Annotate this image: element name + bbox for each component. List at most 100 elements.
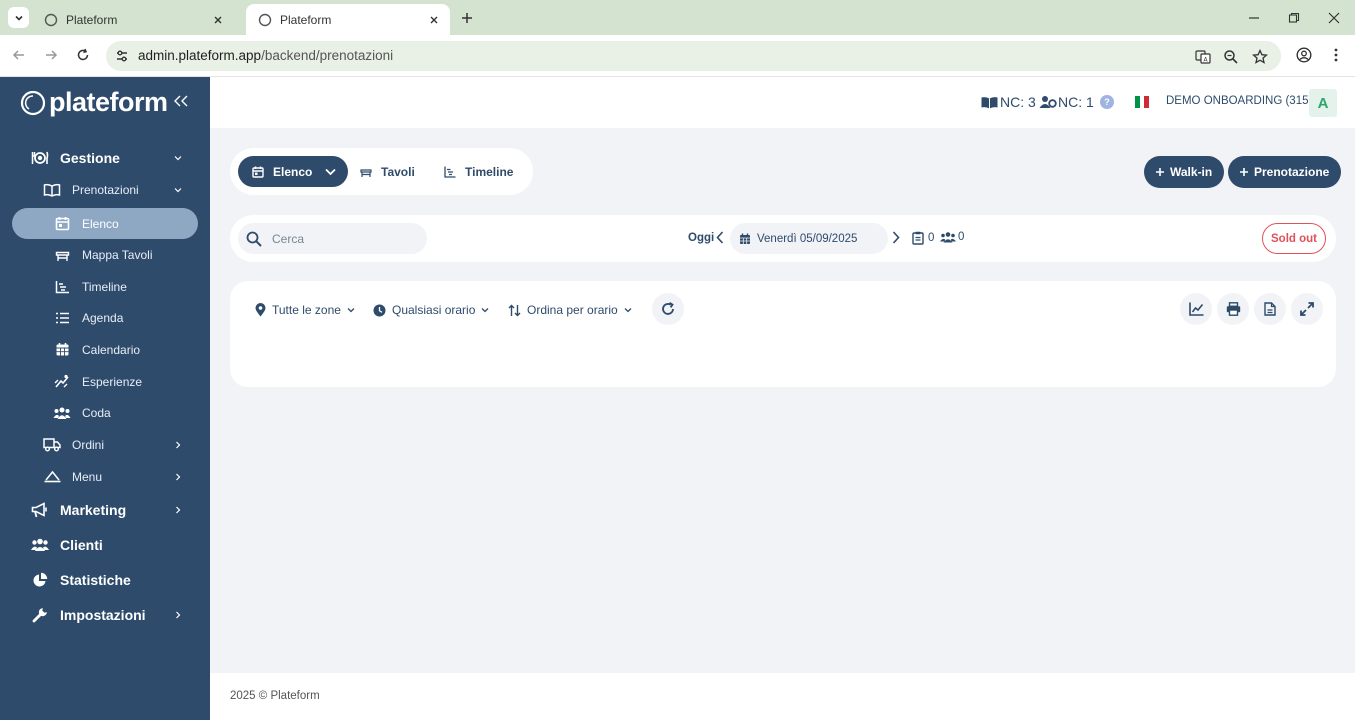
users-icon <box>30 536 50 554</box>
logo-mark-icon <box>20 90 46 115</box>
sidebar-item-agenda[interactable]: Agenda <box>12 302 198 333</box>
account-name[interactable]: DEMO ONBOARDING (3150) <box>1166 95 1319 107</box>
chevron-left-icon <box>716 231 724 244</box>
print-button[interactable] <box>1217 293 1249 325</box>
pie-chart-icon <box>30 571 50 589</box>
sidebar-item-label: Elenco <box>82 216 119 231</box>
tab-search-button[interactable] <box>8 7 29 28</box>
tab-tavoli[interactable]: Tavoli <box>360 156 415 187</box>
sort-filter-label: Ordina per orario <box>527 303 618 317</box>
logo[interactable]: plateform <box>20 87 168 118</box>
sidebar-item-impostazioni[interactable]: Impostazioni <box>12 599 198 630</box>
book-open-icon <box>981 96 998 108</box>
collapse-sidebar-icon[interactable] <box>173 94 189 108</box>
bookmark-star-icon[interactable] <box>1251 48 1269 66</box>
refresh-button[interactable] <box>652 293 684 325</box>
sidebar-item-label: Marketing <box>60 501 127 518</box>
table-icon <box>52 246 72 264</box>
site-settings-icon[interactable] <box>114 48 130 64</box>
book-icon <box>42 181 62 199</box>
next-day-button[interactable] <box>892 231 900 244</box>
sidebar-item-coda[interactable]: Coda <box>12 397 198 428</box>
sidebar-item-gestione[interactable]: Gestione <box>12 142 198 173</box>
address-bar[interactable]: admin.plateform.app/backend/prenotazioni… <box>106 41 1281 71</box>
refresh-icon <box>662 302 674 315</box>
statistics-button[interactable] <box>1180 293 1212 325</box>
calendar-icon <box>252 166 264 178</box>
chevron-right-icon <box>172 611 184 619</box>
kebab-menu-icon <box>1334 48 1338 62</box>
profile-button[interactable] <box>1294 45 1314 65</box>
avatar[interactable]: A <box>1309 89 1337 117</box>
sort-icon <box>508 304 521 316</box>
time-filter[interactable]: Qualsiasi orario <box>373 301 489 319</box>
today-link[interactable]: Oggi <box>688 232 714 244</box>
zone-filter[interactable]: Tutte le zone <box>255 301 355 319</box>
chevron-right-icon <box>892 231 900 244</box>
close-icon[interactable] <box>426 12 442 28</box>
profile-icon <box>1296 47 1312 63</box>
new-tab-button[interactable] <box>458 9 476 27</box>
reload-button[interactable] <box>73 45 93 65</box>
minimize-icon <box>1249 17 1259 19</box>
footer: 2025 © Plateform <box>210 673 1355 720</box>
browser-tab-active[interactable]: Plateform <box>246 4 450 35</box>
filter-panel: Tutte le zone Qualsiasi orario Ordina pe… <box>230 281 1336 387</box>
sidebar-item-prenotazioni[interactable]: Prenotazioni <box>12 174 198 205</box>
timeline-icon <box>444 166 456 178</box>
sidebar-item-label: Esperienze <box>82 374 143 389</box>
sidebar-item-esperienze[interactable]: Esperienze <box>12 366 198 397</box>
sidebar-item-marketing[interactable]: Marketing <box>12 494 198 525</box>
add-reservation-button[interactable]: Prenotazione <box>1228 156 1342 188</box>
experience-icon <box>52 373 72 391</box>
minimize-button[interactable] <box>1244 8 1264 28</box>
chevron-down-icon <box>172 155 184 161</box>
sidebar-item-calendario[interactable]: Calendario <box>12 334 198 365</box>
sold-out-button[interactable]: Sold out <box>1262 223 1326 254</box>
close-window-button[interactable] <box>1324 8 1344 28</box>
sidebar-item-statistiche[interactable]: Statistiche <box>12 564 198 595</box>
nc-book-count: NC: 3 <box>1000 94 1036 110</box>
help-icon[interactable]: ? <box>1100 95 1114 109</box>
date-picker[interactable]: Venerdì 05/09/2025 <box>730 223 888 254</box>
browser-tab[interactable]: Plateform <box>32 4 234 35</box>
close-icon[interactable] <box>210 12 226 28</box>
italy-flag-icon[interactable] <box>1135 96 1150 108</box>
export-pdf-button[interactable] <box>1254 293 1286 325</box>
browser-menu-button[interactable] <box>1326 45 1346 65</box>
sidebar-item-timeline[interactable]: Timeline <box>12 271 198 302</box>
walk-in-button[interactable]: Walk-in <box>1144 156 1225 188</box>
sidebar-item-label: Statistiche <box>60 571 131 588</box>
close-icon <box>1328 12 1340 24</box>
fullscreen-button[interactable] <box>1291 293 1323 325</box>
sidebar-item-label: Mappa Tavoli <box>82 247 153 262</box>
sidebar-item-elenco[interactable]: Elenco <box>12 208 198 239</box>
translate-icon[interactable]: A <box>1194 48 1212 66</box>
chevron-right-icon <box>172 473 184 481</box>
arrow-left-icon <box>12 50 24 60</box>
search-input[interactable] <box>272 229 422 248</box>
sidebar-item-menu[interactable]: Menu <box>12 461 198 492</box>
tab-timeline[interactable]: Timeline <box>444 156 513 187</box>
arrow-right-icon <box>46 50 58 60</box>
plus-icon <box>1156 168 1164 176</box>
tab-elenco[interactable]: Elenco <box>238 156 349 187</box>
delivery-truck-icon <box>42 436 62 454</box>
nc-reservations-indicator[interactable]: NC: 3 <box>981 94 1036 110</box>
view-tabs: Elenco Tavoli Timeline <box>230 148 533 195</box>
back-button[interactable] <box>9 45 29 65</box>
previous-day-button[interactable] <box>716 231 724 244</box>
sort-filter[interactable]: Ordina per orario <box>508 301 632 319</box>
forward-button[interactable] <box>41 45 61 65</box>
guests-count-value: 0 <box>958 231 965 243</box>
sidebar-item-clienti[interactable]: Clienti <box>12 529 198 560</box>
nc-users-indicator[interactable]: NC: 1 <box>1039 94 1094 110</box>
sidebar-item-ordini[interactable]: Ordini <box>12 429 198 460</box>
url-text: admin.plateform.app/backend/prenotazioni <box>138 48 393 63</box>
search-date-bar: Oggi Venerdì 05/09/2025 0 0 Sold out <box>230 215 1336 262</box>
restore-button[interactable] <box>1284 8 1304 28</box>
calendar-icon <box>52 215 72 233</box>
chevron-down-icon <box>624 308 632 313</box>
zoom-icon[interactable] <box>1222 48 1240 66</box>
sidebar-item-mappa-tavoli[interactable]: Mappa Tavoli <box>12 239 198 270</box>
